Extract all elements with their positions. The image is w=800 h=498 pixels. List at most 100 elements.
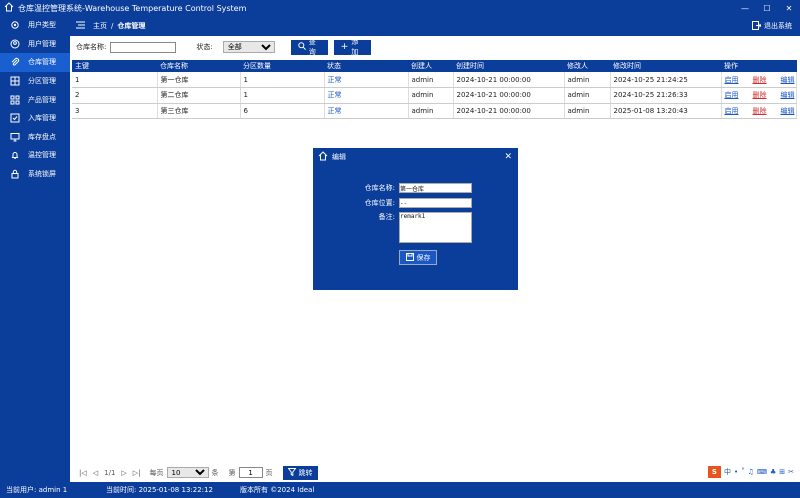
bell-icon — [10, 150, 20, 160]
query-button[interactable]: 查询 — [290, 38, 328, 56]
sidebar-item-user-type[interactable]: 用户类型 — [0, 16, 70, 35]
cell-modified: 2024-10-25 21:26:33 — [610, 87, 722, 104]
prev-page-button[interactable]: ◁ — [93, 469, 98, 477]
sidebar-item-label: 系统锁屏 — [28, 170, 56, 179]
lock-icon — [10, 169, 20, 179]
status-filter-select[interactable]: 全部 — [222, 41, 275, 53]
sidebar-item-inventory[interactable]: 库存盘点 — [0, 128, 70, 147]
sidebar-item-temperature[interactable]: 温控管理 — [0, 146, 70, 165]
table-row[interactable]: 3 第三仓库 6 正常 admin 2024-10-21 00:00:00 ad… — [72, 103, 797, 119]
dialog-remark-row: 备注: remark1 — [347, 212, 472, 243]
search-icon — [298, 42, 306, 52]
sidebar-item-lock[interactable]: 系统锁屏 — [0, 165, 70, 184]
ime-skin-icon[interactable]: ♣ — [770, 468, 776, 476]
dialog-remark-textarea[interactable]: remark1 — [399, 212, 472, 243]
checkbox-icon — [10, 113, 20, 123]
dialog-name-input[interactable] — [399, 183, 472, 193]
first-page-button[interactable]: |◁ — [79, 469, 87, 477]
sidebar-item-products[interactable]: 产品管理 — [0, 90, 70, 109]
save-button[interactable]: 保存 — [399, 250, 437, 265]
dialog-title: 编辑 — [332, 153, 346, 161]
sidebar-item-users[interactable]: 用户管理 — [0, 35, 70, 54]
dialog-location-input[interactable] — [399, 198, 472, 208]
ime-clip-icon[interactable]: ✂ — [788, 468, 794, 476]
ime-width-icon[interactable]: ˚ — [741, 468, 745, 476]
add-button[interactable]: + 添加 — [333, 38, 371, 56]
gear-icon — [10, 20, 20, 30]
column-header: 创建人 — [408, 60, 453, 72]
exit-label: 退出系统 — [764, 22, 792, 30]
close-window-button[interactable]: ✕ — [778, 4, 800, 13]
enable-link[interactable]: 启用 — [725, 91, 739, 99]
column-header: 状态 — [324, 60, 408, 72]
sidebar-item-partition[interactable]: 分区管理 — [0, 72, 70, 91]
exit-button[interactable]: 退出系统 — [752, 20, 792, 32]
cell-id: 2 — [72, 87, 158, 104]
last-page-button[interactable]: ▷| — [133, 469, 141, 477]
breadcrumb-bar: 主页 / 仓库管理 退出系统 — [70, 16, 800, 36]
sidebar-item-label: 用户类型 — [28, 21, 56, 30]
ime-logo-icon[interactable]: S — [707, 466, 721, 478]
ime-voice-icon[interactable]: ♫ — [748, 468, 754, 476]
ime-punct-icon[interactable]: • — [734, 468, 738, 476]
cell-created: 2024-10-21 00:00:00 — [453, 103, 565, 119]
minimize-button[interactable]: — — [734, 4, 756, 13]
column-header: 操作 — [721, 60, 797, 72]
edit-link[interactable]: 编辑 — [781, 107, 795, 115]
menu-toggle-icon[interactable] — [76, 21, 85, 31]
name-filter-input[interactable] — [110, 41, 177, 53]
filter-bar: 仓库名称: 状态: 全部 查询 + 添加 — [70, 36, 800, 58]
cell-modifier: admin — [564, 87, 611, 104]
enable-link[interactable]: 启用 — [725, 76, 739, 84]
table-row[interactable]: 2 第二仓库 1 正常 admin 2024-10-21 00:00:00 ad… — [72, 87, 797, 104]
cell-name: 第一仓库 — [157, 72, 241, 88]
cell-status: 正常 — [324, 72, 409, 88]
cell-actions: 启用 删除 编辑 — [721, 103, 797, 119]
column-header: 创建时间 — [453, 60, 564, 72]
page-size-select[interactable]: 10 — [166, 467, 209, 478]
cell-modified: 2024-10-25 21:24:25 — [610, 72, 722, 88]
edit-link[interactable]: 编辑 — [781, 76, 795, 84]
goto-label: 第 — [228, 468, 236, 477]
copyright: 版本所有 ©2024 Ideal — [240, 486, 315, 494]
column-header: 主键 — [72, 60, 157, 72]
jump-button[interactable]: 跳转 — [282, 465, 318, 480]
cell-name: 第二仓库 — [157, 87, 241, 104]
delete-link[interactable]: 删除 — [753, 107, 767, 115]
paperclip-icon — [10, 57, 20, 67]
cell-actions: 启用 删除 编辑 — [721, 87, 797, 104]
sidebar-item-inbound[interactable]: 入库管理 — [0, 109, 70, 128]
maximize-button[interactable]: ☐ — [756, 4, 778, 13]
delete-link[interactable]: 删除 — [753, 76, 767, 84]
cell-created: 2024-10-21 00:00:00 — [453, 87, 565, 104]
table-header-row: 主键 仓库名称 分区数量 状态 创建人 创建时间 修改人 修改时间 操作 — [72, 60, 797, 72]
page-indicator: 1/1 — [104, 468, 116, 477]
goto-page-input[interactable] — [238, 467, 263, 478]
ime-tray: S 中 • ˚ ♫ ⌨ ♣ ⊞ ✂ — [707, 466, 794, 478]
dialog-header: 编辑 ✕ — [313, 148, 518, 166]
sidebar-item-warehouse[interactable]: 仓库管理 — [0, 53, 70, 72]
cell-id: 3 — [72, 103, 158, 119]
cell-actions: 启用 删除 编辑 — [721, 72, 797, 88]
edit-dialog: 编辑 ✕ 仓库名称: 仓库位置: 备注: remark1 保存 — [313, 148, 518, 290]
enable-link[interactable]: 启用 — [725, 107, 739, 115]
column-header: 修改时间 — [610, 60, 721, 72]
current-time: 当前时间: 2025-01-08 13:22:12 — [106, 486, 213, 494]
cell-status: 正常 — [324, 103, 409, 119]
breadcrumb-home[interactable]: 主页 — [93, 21, 107, 31]
delete-link[interactable]: 删除 — [753, 91, 767, 99]
ime-toolbox-icon[interactable]: ⊞ — [779, 468, 785, 476]
table-row[interactable]: 1 第一仓库 1 正常 admin 2024-10-21 00:00:00 ad… — [72, 72, 797, 88]
pagination-bar: |◁ ◁ 1/1 ▷ ▷| 每页 10 条 第 页 跳转 — [70, 463, 800, 482]
cell-zones: 6 — [240, 103, 325, 119]
edit-link[interactable]: 编辑 — [781, 91, 795, 99]
ime-language[interactable]: 中 — [724, 467, 731, 477]
cell-name: 第三仓库 — [157, 103, 241, 119]
column-header: 分区数量 — [240, 60, 324, 72]
next-page-button[interactable]: ▷ — [121, 469, 126, 477]
cell-modified: 2025-01-08 13:20:43 — [610, 103, 722, 119]
close-icon[interactable]: ✕ — [504, 152, 512, 162]
cell-zones: 1 — [240, 72, 325, 88]
ime-keyboard-icon[interactable]: ⌨ — [757, 468, 767, 476]
dialog-remark-label: 备注: — [378, 213, 395, 221]
